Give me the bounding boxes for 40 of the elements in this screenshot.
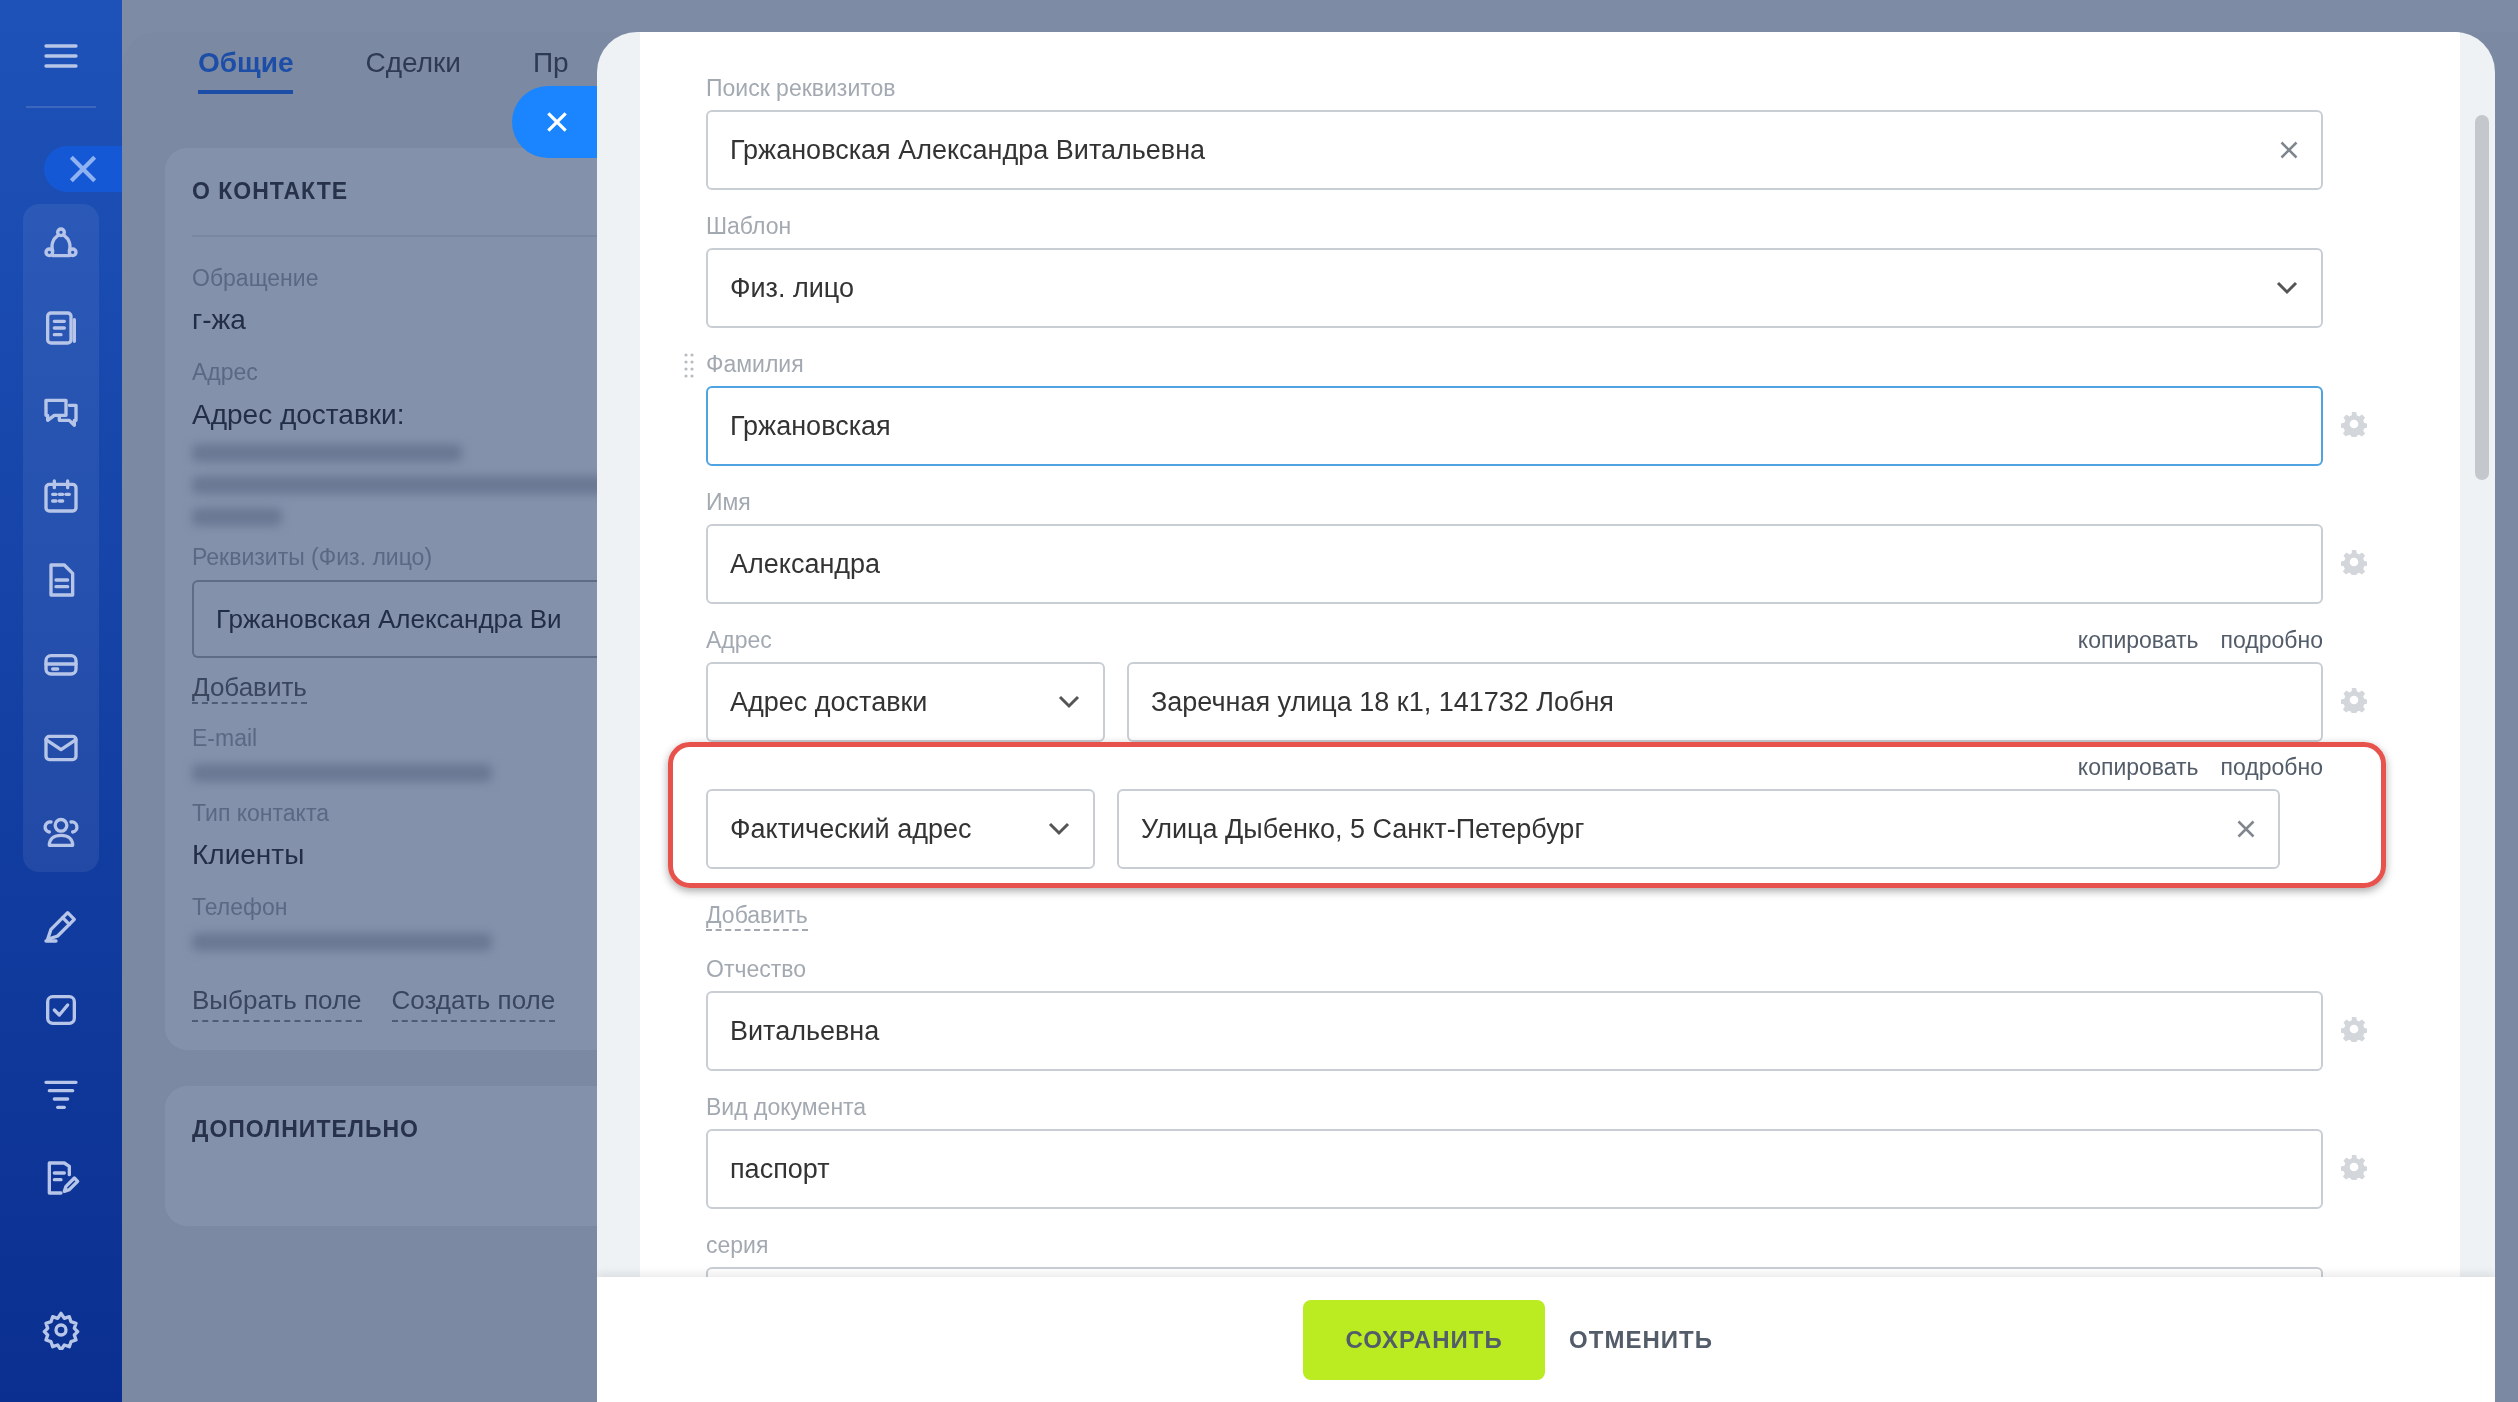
- field-label: Фамилия: [706, 350, 805, 379]
- select-field[interactable]: Физ. лицо: [706, 248, 2323, 328]
- field-value: Адрес доставки:: [192, 397, 406, 432]
- requisite-field[interactable]: Гржановская Александра Ви: [192, 580, 597, 658]
- input-field[interactable]: Александра: [706, 524, 2323, 604]
- field-link[interactable]: копировать: [2077, 627, 2199, 653]
- field-label: серия: [706, 1231, 770, 1260]
- input-field[interactable]: паспорт: [706, 1129, 2323, 1209]
- sidebar-tab[interactable]: [44, 146, 122, 192]
- input-field[interactable]: Гржановская Александра Витальевна: [706, 110, 2323, 190]
- input-field[interactable]: Гржановская: [706, 386, 2323, 466]
- field-label: Шаблон: [706, 212, 793, 241]
- field-link[interactable]: подробно: [2220, 754, 2323, 780]
- cancel-button[interactable]: ОТМЕНИТЬ: [1563, 1320, 1719, 1359]
- chevron-down-icon: [1046, 821, 1071, 837]
- input-field[interactable]: Витальевна: [706, 991, 2323, 1071]
- close-icon: [544, 109, 570, 135]
- settings-icon[interactable]: [41, 1310, 81, 1350]
- select-field[interactable]: Адрес доставки: [706, 662, 1105, 742]
- chevron-down-icon: [2275, 280, 2299, 296]
- section-title: ДОПОЛНИТЕЛЬНО: [192, 1114, 420, 1144]
- clear-icon[interactable]: [2279, 140, 2299, 160]
- clear-icon[interactable]: [2235, 819, 2256, 839]
- scrollbar-thumb[interactable]: [2475, 115, 2489, 480]
- field-label: Отчество: [706, 955, 807, 984]
- calendar-icon[interactable]: [41, 476, 81, 516]
- field-link[interactable]: копировать: [2077, 754, 2199, 780]
- field-label: Адрес: [706, 626, 772, 655]
- field-label: Вид документа: [706, 1093, 868, 1122]
- drag-handle-icon[interactable]: [684, 352, 694, 378]
- chevron-down-icon: [1057, 694, 1081, 710]
- input-field[interactable]: Заречная улица 18 к1, 141732 Лобня: [1127, 662, 2323, 742]
- field-label: Поиск реквизитов: [706, 74, 897, 103]
- select-field[interactable]: Фактический адрес: [706, 789, 1095, 869]
- field-link[interactable]: подробно: [2220, 627, 2323, 653]
- input-field[interactable]: Улица Дыбенко, 5 Санкт-Петербург: [1116, 789, 2280, 869]
- field-value: г-жа: [192, 303, 247, 337]
- field-label: Имя: [706, 488, 752, 517]
- field-value: Клиенты: [192, 838, 306, 872]
- save-button[interactable]: СОХРАНИТЬ: [1303, 1299, 1546, 1380]
